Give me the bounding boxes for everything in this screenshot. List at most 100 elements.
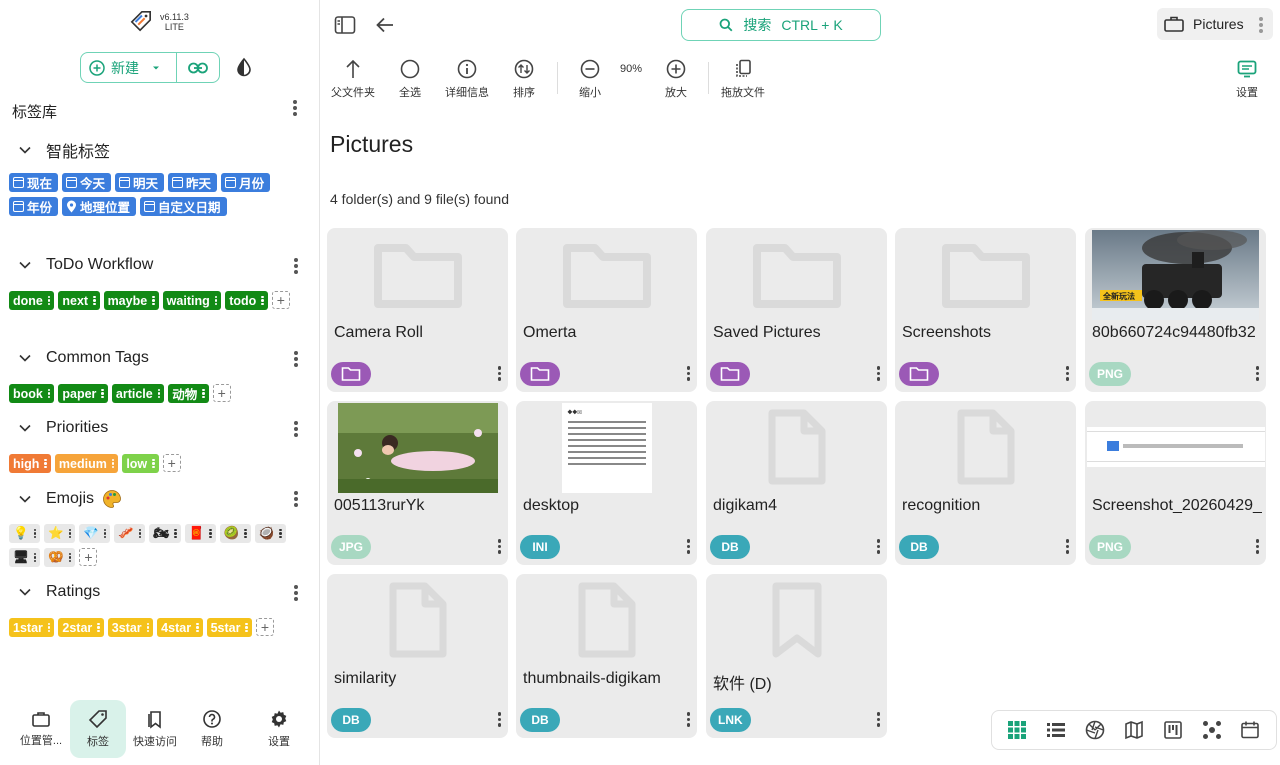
tag-high[interactable]: high <box>9 454 51 473</box>
select-all-button[interactable]: 全选 <box>399 58 421 100</box>
tag-yesterday[interactable]: 昨天 <box>168 173 218 192</box>
item-menu-button[interactable] <box>876 366 880 383</box>
tag-emoji-motorcycle[interactable]: 🏍 <box>149 524 181 543</box>
current-location-button[interactable]: Pictures <box>1157 8 1273 40</box>
tag-article[interactable]: article <box>111 384 165 403</box>
parent-folder-button[interactable]: 父文件夹 <box>331 58 375 100</box>
tag-done[interactable]: done <box>9 291 55 310</box>
nav-settings[interactable]: 设置 <box>251 700 307 758</box>
group-menu-button[interactable] <box>293 420 299 438</box>
tag-menu-icon[interactable] <box>33 528 37 539</box>
nav-quick-access[interactable]: 快速访问 <box>127 700 183 758</box>
new-button[interactable]: 新建 <box>81 53 177 82</box>
tag-animal[interactable]: 动物 <box>168 384 209 403</box>
grid-item-file[interactable]: 软件 (D) LNK <box>706 574 887 738</box>
tag-menu-icon[interactable] <box>111 458 115 469</box>
details-button[interactable]: 详细信息 <box>445 58 489 100</box>
tag-emoji-pretzel[interactable]: 🥨 <box>44 548 76 567</box>
grid-item-file[interactable]: 全新玩法 80b660724c94480fb32 PNG <box>1085 228 1266 392</box>
item-menu-button[interactable] <box>1065 366 1069 383</box>
nav-help[interactable]: 帮助 <box>184 700 240 758</box>
tag-month[interactable]: 月份 <box>221 173 271 192</box>
group-header-todo-workflow[interactable]: ToDo Workflow <box>18 256 153 274</box>
tag-emoji-bacon[interactable]: 🥓 <box>114 524 146 543</box>
add-tag-button[interactable]: + <box>79 548 98 566</box>
mindmap-view-icon[interactable] <box>1201 719 1223 741</box>
view-settings-button[interactable]: 设置 <box>1236 58 1258 100</box>
tag-4star[interactable]: 4star <box>157 618 203 637</box>
tag-menu-icon[interactable] <box>261 295 264 306</box>
tag-menu-icon[interactable] <box>33 552 37 563</box>
kanban-view-icon[interactable] <box>1162 719 1184 741</box>
tag-menu-icon[interactable] <box>97 622 100 633</box>
tag-menu-icon[interactable] <box>196 622 199 633</box>
item-menu-button[interactable] <box>876 539 880 556</box>
item-menu-button[interactable] <box>1255 539 1259 556</box>
item-menu-button[interactable] <box>497 539 501 556</box>
grid-item-file[interactable]: digikam4 DB <box>706 401 887 565</box>
tag-menu-icon[interactable] <box>152 295 155 306</box>
item-menu-button[interactable] <box>876 712 880 729</box>
grid-view-icon[interactable] <box>1006 719 1028 741</box>
grid-item-file[interactable]: thumbnails-digikam DB <box>516 574 697 738</box>
sort-button[interactable]: 排序 <box>513 58 535 100</box>
toggle-sidebar-icon[interactable] <box>334 15 356 35</box>
tag-menu-icon[interactable] <box>138 528 142 539</box>
grid-item-file[interactable]: ◆◆☒ desktop INI <box>516 401 697 565</box>
item-menu-button[interactable] <box>497 366 501 383</box>
tag-emoji-coconut[interactable]: 🥥 <box>254 524 286 543</box>
group-menu-button[interactable] <box>293 490 299 508</box>
link-button[interactable] <box>177 62 219 74</box>
grid-item-file[interactable]: 005113rurYk JPG <box>327 401 508 565</box>
group-header-smart-tags[interactable]: 智能标签 <box>18 138 110 162</box>
tag-3star[interactable]: 3star <box>107 618 154 637</box>
add-tag-button[interactable]: + <box>255 618 274 636</box>
tag-todo[interactable]: todo <box>225 291 268 310</box>
tag-maybe[interactable]: maybe <box>103 291 159 310</box>
drop-files-button[interactable]: 拖放文件 <box>721 58 765 100</box>
zoom-in-button[interactable]: 放大 <box>665 58 687 100</box>
tag-emoji-kiwi[interactable]: 🥝 <box>219 524 251 543</box>
grid-item-file[interactable]: recognition DB <box>895 401 1076 565</box>
add-tag-button[interactable]: + <box>212 384 231 402</box>
grid-item-file[interactable]: similarity DB <box>327 574 508 738</box>
group-header-ratings[interactable]: Ratings <box>18 583 100 601</box>
item-menu-button[interactable] <box>686 539 690 556</box>
tag-5star[interactable]: 5star <box>206 618 252 637</box>
item-menu-button[interactable] <box>686 366 690 383</box>
tag-menu-icon[interactable] <box>44 458 47 469</box>
calendar-view-icon[interactable] <box>1239 719 1261 741</box>
search-button[interactable]: 搜索 CTRL + K <box>681 9 881 41</box>
tag-menu-icon[interactable] <box>93 295 96 306</box>
tag-menu-icon[interactable] <box>47 388 51 399</box>
group-header-emojis[interactable]: Emojis <box>18 489 122 509</box>
tag-emoji-envelope[interactable]: 🧧 <box>184 524 216 543</box>
grid-item-folder[interactable]: Screenshots <box>895 228 1076 392</box>
grid-item-file[interactable]: Screenshot_20260429_ PNG <box>1085 401 1266 565</box>
tag-year[interactable]: 年份 <box>9 197 59 216</box>
tag-menu-icon[interactable] <box>214 295 218 306</box>
tag-book[interactable]: book <box>9 384 55 403</box>
theme-toggle-icon[interactable] <box>234 57 254 77</box>
group-menu-button[interactable] <box>293 350 299 368</box>
add-tag-button[interactable]: + <box>271 291 290 309</box>
tag-menu-icon[interactable] <box>244 528 247 539</box>
tag-next[interactable]: next <box>58 291 100 310</box>
tag-paper[interactable]: paper <box>58 384 108 403</box>
tag-menu-icon[interactable] <box>101 388 104 399</box>
back-arrow-icon[interactable] <box>375 15 395 35</box>
tag-menu-icon[interactable] <box>152 458 155 469</box>
item-menu-button[interactable] <box>1065 539 1069 556</box>
tag-menu-icon[interactable] <box>103 528 107 539</box>
tag-medium[interactable]: medium <box>54 454 119 473</box>
group-header-common-tags[interactable]: Common Tags <box>18 349 149 367</box>
tag-menu-icon[interactable] <box>47 295 51 306</box>
tag-menu-icon[interactable] <box>68 528 72 539</box>
tag-tomorrow[interactable]: 明天 <box>115 173 165 192</box>
map-view-icon[interactable] <box>1123 719 1145 741</box>
grid-item-folder[interactable]: Camera Roll <box>327 228 508 392</box>
tag-emoji-bulb[interactable]: 💡 <box>9 524 41 543</box>
group-header-priorities[interactable]: Priorities <box>18 419 108 437</box>
tag-menu-icon[interactable] <box>68 552 72 563</box>
group-menu-button[interactable] <box>293 257 299 275</box>
